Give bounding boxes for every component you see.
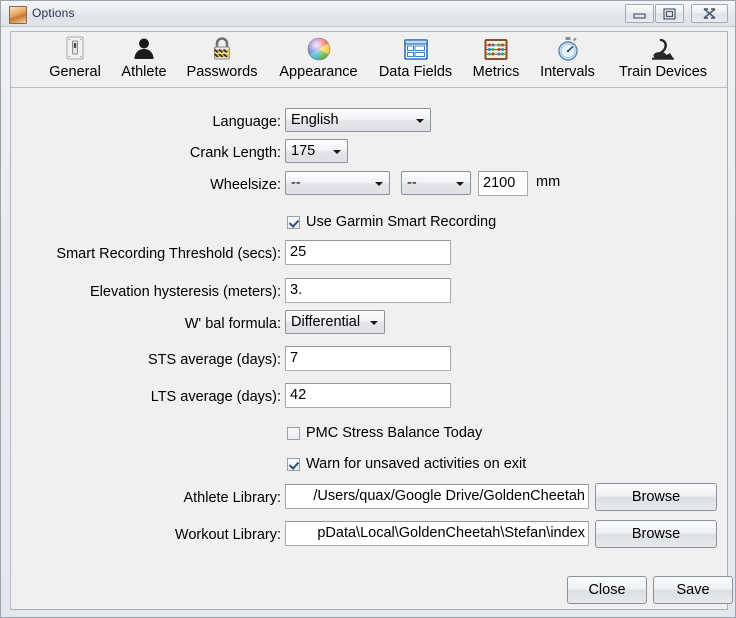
chevron-down-icon: [370, 321, 378, 325]
restore-icon: [663, 8, 676, 20]
chevron-down-icon: [375, 182, 383, 186]
toolbar-item-label: Train Devices: [618, 64, 708, 80]
pmc-stress-balance-today-label: PMC Stress Balance Today: [306, 425, 483, 441]
minimize-button[interactable]: [625, 4, 654, 23]
chevron-down-icon: [333, 150, 341, 154]
athlete-library-input[interactable]: /Users/quax/Google Drive/GoldenCheetah: [285, 484, 589, 509]
sts-average-label: STS average (days):: [148, 352, 281, 368]
trainer-icon: [608, 34, 718, 62]
toolbar-item-intervals[interactable]: Intervals: [532, 34, 603, 86]
language-label: Language:: [212, 114, 281, 130]
wbal-formula-select[interactable]: Differential: [285, 310, 385, 334]
form-window-icon: [372, 34, 459, 62]
toolbar-item-label: Appearance: [279, 64, 358, 80]
abacus-icon: [465, 34, 527, 62]
elevation-hysteresis-label: Elevation hysteresis (meters):: [90, 284, 281, 300]
use-garmin-smart-recording-checkbox[interactable]: Use Garmin Smart Recording: [287, 214, 496, 230]
options-toolbar: General Athlete Passwords Appearance Dat…: [11, 32, 727, 88]
warn-unsaved-label: Warn for unsaved activities on exit: [306, 456, 527, 472]
crank-length-label: Crank Length:: [189, 145, 281, 161]
crank-length-select[interactable]: 175: [285, 139, 348, 163]
stopwatch-icon: [532, 34, 603, 62]
toolbar-item-label: Athlete: [121, 64, 167, 80]
wheelsize-label: Wheelsize:: [210, 177, 281, 193]
sts-average-input[interactable]: 7: [285, 346, 451, 371]
wbal-formula-value: Differential: [291, 314, 361, 330]
workout-library-input[interactable]: pData\Local\GoldenCheetah\Stefan\index: [285, 521, 589, 546]
language-select[interactable]: English: [285, 108, 431, 132]
chevron-down-icon: [456, 182, 464, 186]
wheelsize-select-type[interactable]: --: [285, 171, 390, 195]
color-wheel-icon: [270, 34, 367, 62]
person-icon: [111, 34, 177, 62]
lts-average-input[interactable]: 42: [285, 383, 451, 408]
maximize-button[interactable]: [655, 4, 684, 23]
switch-panel-icon: [44, 34, 106, 62]
toolbar-item-appearance[interactable]: Appearance: [270, 34, 367, 86]
checkbox-box: [287, 426, 300, 440]
workout-library-browse-button[interactable]: Browse: [595, 520, 717, 548]
checkbox-box: [287, 215, 300, 229]
toolbar-item-label: Metrics: [472, 64, 520, 80]
crank-length-value: 175: [291, 143, 316, 159]
smart-recording-threshold-label: Smart Recording Threshold (secs):: [56, 246, 281, 262]
minimize-icon: [633, 13, 646, 19]
toolbar-item-athlete[interactable]: Athlete: [111, 34, 177, 86]
app-icon: [9, 6, 27, 24]
chevron-down-icon: [416, 119, 424, 123]
wheelsize-size-value: --: [407, 175, 417, 191]
wheelsize-select-size[interactable]: --: [401, 171, 471, 195]
athlete-library-browse-button[interactable]: Browse: [595, 483, 717, 511]
save-button[interactable]: Save: [653, 576, 733, 604]
options-window: Options General Athlete Passwords Appear…: [0, 0, 736, 618]
wbal-formula-label: W' bal formula:: [184, 316, 281, 332]
toolbar-item-general[interactable]: General: [44, 34, 106, 86]
content-frame: General Athlete Passwords Appearance Dat…: [10, 31, 733, 610]
wheelsize-type-value: --: [291, 175, 301, 191]
language-value: English: [291, 112, 339, 128]
close-dialog-button[interactable]: Close: [567, 576, 647, 604]
pmc-stress-balance-today-checkbox[interactable]: PMC Stress Balance Today: [287, 425, 482, 441]
toolbar-item-label: General: [49, 64, 101, 80]
toolbar-item-metrics[interactable]: Metrics: [465, 34, 527, 86]
toolbar-item-label: Data Fields: [378, 64, 453, 80]
padlock-icon: [179, 34, 265, 62]
toolbar-item-train-devices[interactable]: Train Devices: [608, 34, 718, 86]
toolbar-item-label: Passwords: [186, 64, 258, 80]
elevation-hysteresis-input[interactable]: 3.: [285, 278, 451, 303]
close-icon: [703, 8, 716, 19]
athlete-library-label: Athlete Library:: [183, 490, 281, 506]
wheelsize-mm-input[interactable]: 2100: [478, 171, 528, 196]
window-title: Options: [32, 6, 75, 20]
title-bar: Options: [1, 1, 735, 27]
workout-library-label: Workout Library:: [174, 527, 281, 543]
use-garmin-smart-recording-label: Use Garmin Smart Recording: [306, 214, 497, 230]
close-button[interactable]: [691, 4, 728, 23]
toolbar-item-passwords[interactable]: Passwords: [179, 34, 265, 86]
smart-recording-threshold-input[interactable]: 25: [285, 240, 451, 265]
toolbar-item-label: Intervals: [540, 64, 595, 80]
warn-unsaved-checkbox[interactable]: Warn for unsaved activities on exit: [287, 456, 526, 472]
wheelsize-unit-label: mm: [536, 174, 561, 190]
lts-average-label: LTS average (days):: [150, 389, 281, 405]
toolbar-item-data-fields[interactable]: Data Fields: [372, 34, 459, 86]
checkbox-box: [287, 457, 300, 471]
